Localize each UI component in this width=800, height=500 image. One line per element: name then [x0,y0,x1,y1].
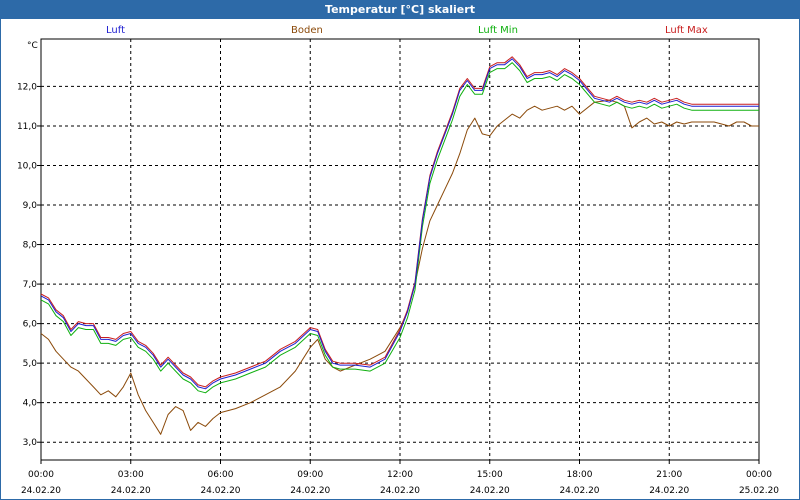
y-tick-label: 6,0 [23,320,38,330]
x-tick-time: 00:00 [28,470,54,480]
x-tick-time: 15:00 [477,470,503,480]
x-tick-date: 24.02.20 [290,486,330,496]
y-tick-label: 4,0 [23,399,38,409]
x-tick-date: 24.02.20 [559,486,599,496]
y-tick-label: 8,0 [23,241,38,251]
x-tick-date: 24.02.20 [21,486,61,496]
x-tick-time: 06:00 [208,470,234,480]
x-tick-date: 24.02.20 [111,486,151,496]
y-tick-label: 12,0 [17,82,37,92]
x-tick-time: 18:00 [567,470,593,480]
x-tick-date: 24.02.20 [380,486,420,496]
y-tick-label: 7,0 [23,280,38,290]
chart-window: Temperatur [°C] skaliert Luft Boden Luft… [0,0,800,500]
y-tick-label: 3,0 [23,438,38,448]
x-tick-date: 24.02.20 [200,486,240,496]
y-axis-label: °C [27,41,38,51]
x-tick-date: 25.02.20 [739,486,779,496]
temperature-line-chart: °C 3,0 4,0 5,0 6,0 7,0 8,0 9,0 10,0 11,0 12,0 00:… [17,38,779,496]
x-tick-time: 21:00 [656,470,682,480]
x-tick-date: 24.02.20 [649,486,689,496]
x-axis-ticks: 00:00 24.02.20 03:00 24.02.20 06:00 24.02.20 0… [21,460,779,496]
y-tick-label: 10,0 [17,161,37,171]
y-tick-label: 5,0 [23,359,38,369]
x-tick-time: 09:00 [297,470,323,480]
y-axis-ticks: 3,0 4,0 5,0 6,0 7,0 8,0 9,0 10,0 11,0 12,0 [17,82,41,448]
y-tick-label: 9,0 [23,201,38,211]
x-tick-time: 12:00 [387,470,413,480]
x-tick-date: 24.02.20 [470,486,510,496]
y-tick-label: 11,0 [17,122,37,132]
x-tick-time: 00:00 [746,470,772,480]
x-tick-time: 03:00 [118,470,144,480]
